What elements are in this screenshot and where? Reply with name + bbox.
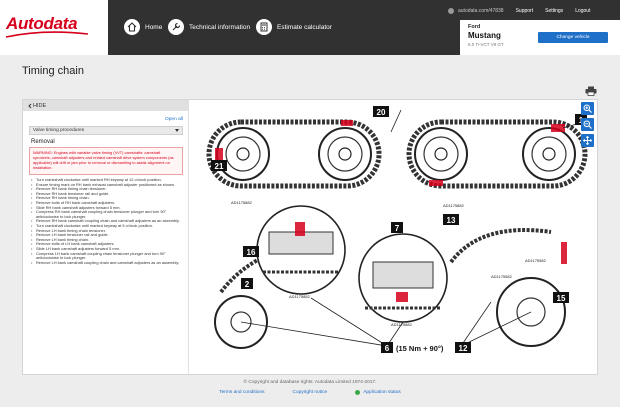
svg-text:7: 7 (395, 224, 400, 233)
callout-6: 6 (15 Nm + 90°) (381, 342, 444, 353)
procedure-sidebar: HIDE Open all Valve timing procedures Re… (23, 100, 189, 374)
status-ok-icon (355, 390, 361, 395)
open-all-link[interactable]: Open all (165, 117, 183, 122)
select-value: Valve timing procedures (33, 128, 85, 133)
ref-code: AD1175882 (289, 294, 311, 299)
page-title: Timing chain (22, 65, 84, 77)
rh-bank-sprockets (206, 119, 382, 189)
nav-home[interactable]: Home (124, 16, 162, 38)
calculator-icon (256, 19, 272, 35)
warning-box: WARNING: Engines with variable valve tim… (29, 147, 183, 175)
footer-links: Terms and conditions Copyright notice Ap… (0, 390, 620, 395)
copyright-text: © Copyright and database rights: Autodat… (243, 380, 377, 385)
callout-12: 12 (455, 342, 471, 353)
chevron-down-icon (175, 129, 179, 132)
procedure-select[interactable]: Valve timing procedures (29, 126, 183, 135)
nav-label: Estimate calculator (277, 23, 332, 31)
logo-swoosh (5, 31, 89, 38)
svg-text:21: 21 (215, 162, 224, 171)
settings-link[interactable]: Settings (545, 8, 563, 14)
zoom-out-button[interactable] (581, 118, 594, 131)
vehicle-model: Mustang (468, 31, 501, 40)
section-title: Removal (31, 139, 55, 145)
print-icon[interactable] (585, 86, 597, 96)
svg-text:13: 13 (447, 216, 456, 225)
terms-link[interactable]: Terms and conditions (219, 390, 264, 395)
home-icon (124, 19, 140, 35)
callout-15: 15 (553, 292, 569, 303)
callout-2: 2 (241, 278, 253, 289)
zoom-out-icon (583, 120, 592, 129)
callout-7: 7 (391, 222, 403, 233)
svg-text:2: 2 (245, 280, 250, 289)
list-item: Remove LH bank camshaft coupling chain a… (31, 260, 185, 266)
vehicle-panel: Ford Mustang 5.0 Ti-VCT V8 GT Change veh… (460, 20, 620, 55)
detail-view-left (256, 205, 346, 295)
app-header: Autodata Home Technical information Esti… (0, 0, 620, 55)
hide-label: HIDE (33, 102, 47, 109)
hide-toggle[interactable]: HIDE (23, 100, 189, 111)
change-vehicle-button[interactable]: Change vehicle (538, 32, 608, 43)
application-status-link[interactable]: Application status (355, 390, 401, 395)
ref-code: AD1175882 (231, 200, 253, 205)
nav-label: Home (145, 23, 163, 31)
logo[interactable]: Autodata (0, 0, 108, 55)
timing-chain-diagram: 1 20 21 13 16 7 2 15 6 (15 Nm + 90°) 12 … (206, 106, 588, 353)
ref-code: AD1175582 (525, 258, 547, 263)
vehicle-make: Ford (468, 24, 481, 30)
nav-estimate-calculator[interactable]: Estimate calculator (256, 16, 332, 38)
ref-code: AD1175882 (443, 203, 465, 208)
callout-21: 21 (211, 160, 227, 171)
svg-text:6: 6 (385, 344, 390, 353)
pan-button[interactable] (581, 134, 594, 147)
detail-view-center (358, 233, 448, 323)
callout-20: 20 (373, 106, 389, 117)
steps-list: Turn crankshaft clockwise until marked R… (31, 177, 185, 266)
support-link[interactable]: Support (516, 8, 534, 14)
svg-text:(15 Nm + 90°): (15 Nm + 90°) (396, 344, 444, 353)
user-account[interactable]: autodata.com/47838 (458, 8, 504, 14)
svg-text:12: 12 (459, 344, 468, 353)
vehicle-engine: 5.0 Ti-VCT V8 GT (468, 42, 504, 47)
ref-code: AD1175582 (491, 274, 513, 279)
lh-bank-sprockets (406, 119, 588, 189)
callout-16: 16 (243, 246, 259, 257)
svg-text:15: 15 (557, 294, 566, 303)
logout-link[interactable]: Logout (575, 8, 590, 14)
ref-code: AD1175882 (391, 322, 413, 327)
move-icon (583, 136, 592, 145)
nav-label: Technical information (189, 23, 251, 31)
status-label: Application status (363, 390, 401, 395)
svg-text:20: 20 (377, 108, 386, 117)
zoom-in-icon (583, 104, 592, 113)
content-panel: HIDE Open all Valve timing procedures Re… (22, 99, 598, 375)
callout-13: 13 (443, 214, 459, 225)
svg-text:16: 16 (247, 248, 256, 257)
user-icon (448, 8, 454, 14)
zoom-in-button[interactable] (581, 102, 594, 115)
copyright-notice-link[interactable]: Copyright notice (293, 390, 328, 395)
top-links: autodata.com/47838 Support Settings Logo… (448, 8, 590, 14)
nav-technical-information[interactable]: Technical information (168, 16, 250, 38)
wrench-icon (168, 19, 184, 35)
